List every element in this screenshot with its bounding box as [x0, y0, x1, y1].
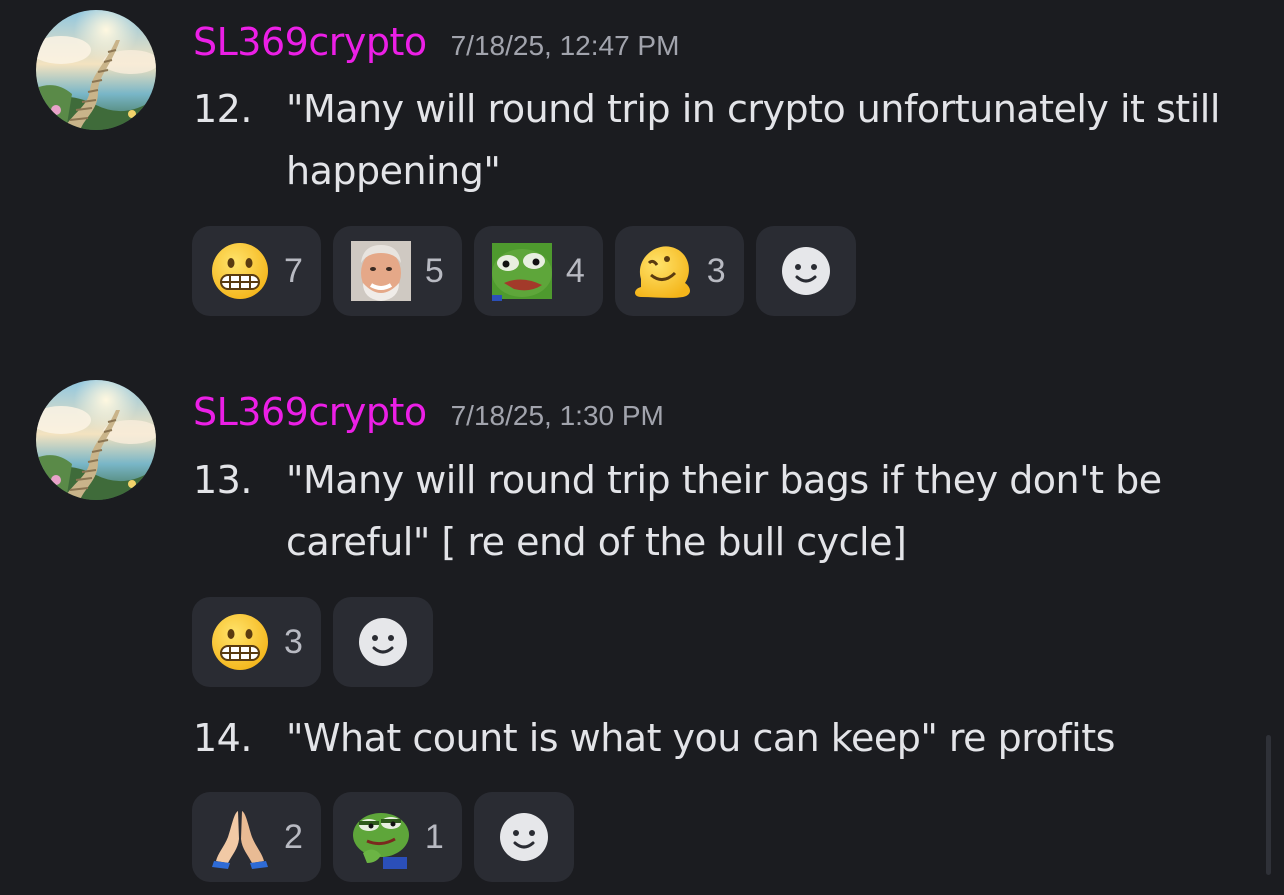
add-reaction-button[interactable] [473, 792, 574, 882]
list-item-number: 14. [193, 716, 252, 760]
add-reaction-smiley-icon [499, 813, 548, 861]
reaction-melting[interactable]: 3 [614, 226, 744, 316]
reaction-grimacing[interactable]: 3 [192, 597, 321, 687]
username[interactable]: SL369crypto [193, 20, 427, 64]
message-header: SL369crypto 7/18/25, 12:47 PM [193, 20, 679, 64]
message-header: SL369crypto 7/18/25, 1:30 PM [193, 390, 664, 434]
grimacing-face-emoji-icon [208, 610, 272, 674]
reaction-bar: 2 1 [192, 792, 574, 882]
reaction-bar: 7 5 4 3 [192, 226, 856, 316]
list-item: 13. "Many will round trip their bags if … [193, 449, 1253, 573]
chat-log: SL369crypto 7/18/25, 12:47 PM 12. "Many … [0, 0, 1284, 895]
reaction-smug-pepe[interactable]: 1 [332, 792, 462, 882]
reaction-count: 4 [565, 251, 585, 290]
list-item-text: "Many will round trip their bags if they… [286, 458, 1162, 564]
timestamp: 7/18/25, 12:47 PM [450, 30, 680, 61]
list-item: 12. "Many will round trip in crypto unfo… [193, 78, 1253, 202]
melting-face-emoji-icon [631, 239, 695, 303]
stairway-to-heaven-avatar-icon [36, 10, 156, 130]
reaction-count: 1 [424, 817, 444, 856]
reaction-pepe[interactable]: 4 [473, 226, 603, 316]
timestamp: 7/18/25, 1:30 PM [450, 400, 664, 431]
user-avatar[interactable] [36, 10, 156, 130]
reaction-folded-hands[interactable]: 2 [192, 792, 321, 882]
hide-the-pain-harold-emoji-icon [349, 239, 413, 303]
add-reaction-smiley-icon [358, 618, 407, 666]
list-item: 14. "What count is what you can keep" re… [193, 707, 1253, 769]
username[interactable]: SL369crypto [193, 390, 427, 434]
reaction-count: 3 [706, 251, 726, 290]
add-reaction-button[interactable] [755, 226, 856, 316]
list-item-text: "What count is what you can keep" re pro… [286, 716, 1115, 760]
add-reaction-button[interactable] [332, 597, 433, 687]
folded-hands-emoji-icon [208, 805, 272, 869]
reaction-harold[interactable]: 5 [332, 226, 462, 316]
pepe-frog-emoji-icon [490, 239, 554, 303]
list-item-number: 13. [193, 458, 252, 502]
grimacing-face-emoji-icon [208, 239, 272, 303]
reaction-count: 5 [424, 251, 444, 290]
stairway-to-heaven-avatar-icon [36, 380, 156, 500]
list-item-number: 12. [193, 87, 252, 131]
reaction-count: 7 [284, 251, 303, 290]
reaction-grimacing[interactable]: 7 [192, 226, 321, 316]
reaction-bar: 3 [192, 597, 433, 687]
scrollbar[interactable] [1266, 735, 1271, 875]
reaction-count: 2 [284, 817, 303, 856]
smug-pepe-frog-emoji-icon [349, 805, 413, 869]
reaction-count: 3 [284, 622, 303, 661]
list-item-text: "Many will round trip in crypto unfortun… [286, 87, 1220, 193]
user-avatar[interactable] [36, 380, 156, 500]
add-reaction-smiley-icon [781, 247, 830, 295]
